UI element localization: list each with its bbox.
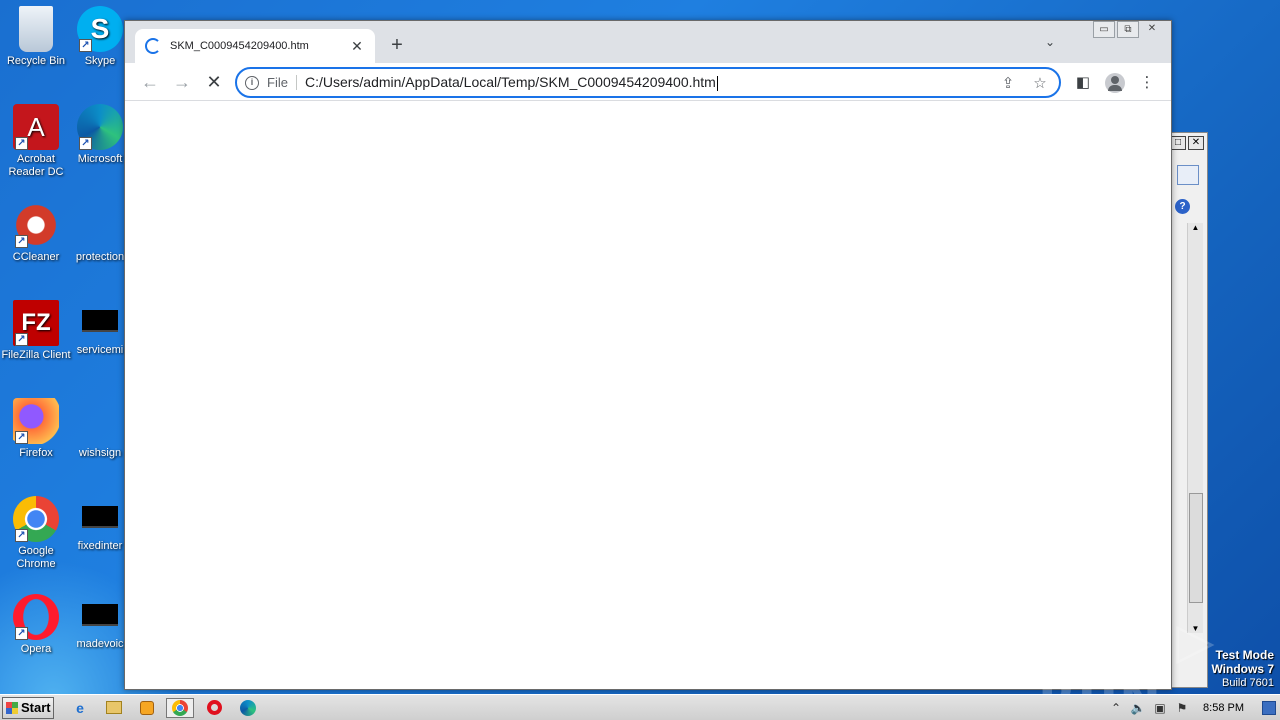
loading-spinner-icon	[145, 38, 161, 54]
search-icon[interactable]	[1177, 165, 1199, 185]
shortcut-arrow-icon: ↗	[15, 235, 28, 248]
desktop-icon-label: CCleaner	[12, 251, 60, 263]
tab-search-chevron-icon[interactable]: ⌄	[1045, 35, 1055, 49]
windows-logo-icon	[6, 702, 18, 714]
page-content[interactable]	[125, 102, 1171, 689]
acrobat-icon: A ↗	[13, 104, 59, 150]
desktop-icon-label: Recycle Bin	[6, 55, 66, 67]
close-button[interactable]: ✕	[1188, 136, 1204, 150]
profile-button[interactable]	[1105, 73, 1125, 93]
windows-version-line: Windows 7	[1211, 662, 1274, 676]
taskbar-chrome-icon[interactable]	[166, 698, 194, 718]
desktop-icon-label: Firefox	[19, 447, 53, 459]
taskbar-internet-explorer-icon[interactable]: e	[66, 698, 94, 718]
url-text[interactable]: C:/Users/admin/AppData/Local/Temp/SKM_C0…	[305, 74, 987, 91]
minimize-button[interactable]: ▭	[1093, 21, 1115, 38]
shortcut-arrow-icon: ↗	[15, 529, 28, 542]
desktop-icon-recycle-bin[interactable]: Recycle Bin	[0, 6, 72, 68]
desktop-icon-filezilla[interactable]: FZ ↗ FileZilla Client	[0, 300, 72, 362]
maximize-button[interactable]: □	[1170, 136, 1186, 150]
desktop-icon-label: Opera	[20, 643, 52, 655]
close-window-button[interactable]: ✕	[1141, 21, 1163, 38]
start-label: Start	[21, 700, 51, 715]
browser-window: SKM_C0009454209400.htm ✕ + ⌄ ▭ ⧉ ✕ ← → ✕…	[124, 20, 1172, 690]
window-controls: ▭ ⧉ ✕	[1093, 21, 1163, 38]
back-button[interactable]: ←	[139, 71, 161, 93]
desktop-icon-firefox[interactable]: ↗ Firefox	[0, 398, 72, 460]
filezilla-icon: FZ ↗	[13, 300, 59, 346]
volume-icon[interactable]: 🔈	[1127, 701, 1149, 715]
shortcut-arrow-icon: ↗	[79, 39, 92, 52]
browser-toolbar: ← → ✕ i File C:/Users/admin/AppData/Loca…	[125, 63, 1171, 101]
tab-title: SKM_C0009454209400.htm	[170, 40, 309, 52]
taskbar-opera-icon[interactable]	[200, 698, 228, 718]
shortcut-arrow-icon: ↗	[15, 137, 28, 150]
shortcut-arrow-icon: ↗	[15, 333, 28, 346]
desktop-icon-label: Acrobat Reader DC	[8, 153, 64, 178]
desktop-icon-ccleaner[interactable]: C↗ CCleaner	[0, 202, 72, 264]
tab-close-icon[interactable]: ✕	[349, 38, 365, 55]
console-app-icon	[82, 604, 118, 626]
build-line: Build 7601	[1222, 677, 1274, 689]
taskbar: Start e ⌃ 🔈 ▣ ⚑ 8:58 PM	[0, 694, 1280, 720]
stop-loading-button[interactable]: ✕	[203, 71, 225, 93]
forward-button[interactable]: →	[171, 71, 193, 93]
menu-kebab-icon[interactable]: ⋮	[1137, 73, 1157, 93]
taskbar-edge-icon[interactable]	[234, 698, 262, 718]
edge-icon: ↗	[77, 104, 123, 150]
site-info-icon[interactable]: i	[245, 75, 259, 90]
ccleaner-icon: C↗	[13, 202, 59, 248]
shortcut-arrow-icon: ↗	[15, 627, 28, 640]
show-desktop-button[interactable]	[1262, 701, 1276, 715]
taskbar-explorer-icon[interactable]	[100, 698, 128, 718]
restore-button[interactable]: ⧉	[1117, 21, 1139, 38]
avatar-icon	[1105, 73, 1125, 93]
network-icon[interactable]: ▣	[1149, 701, 1171, 715]
chrome-icon: ↗	[13, 496, 59, 542]
desktop-icon-opera[interactable]: ↗ Opera	[0, 594, 72, 656]
test-mode-line: Test Mode	[1215, 648, 1274, 662]
scroll-up-icon[interactable]: ▲	[1188, 223, 1203, 232]
system-tray: ⌃ 🔈 ▣ ⚑ 8:58 PM	[1105, 695, 1280, 720]
shortcut-arrow-icon: ↗	[79, 137, 92, 150]
address-bar[interactable]: i File C:/Users/admin/AppData/Local/Temp…	[235, 67, 1061, 98]
desktop-icon-google-chrome[interactable]: ↗ Google Chrome	[0, 496, 72, 571]
test-mode-notice: Test Mode Windows 7 Build 7601	[1211, 648, 1274, 690]
shortcut-arrow-icon: ↗	[15, 431, 28, 444]
start-button[interactable]: Start	[2, 697, 54, 719]
side-panel-icon[interactable]: ◧	[1073, 73, 1093, 93]
new-tab-button[interactable]: +	[387, 35, 407, 55]
tray-expand-icon[interactable]: ⌃	[1105, 701, 1127, 715]
bookmark-star-icon[interactable]: ☆	[1029, 74, 1051, 92]
console-app-icon	[82, 310, 118, 332]
action-center-flag-icon[interactable]: ⚑	[1171, 701, 1193, 715]
scheme-label: File	[267, 75, 297, 90]
scrollbar-thumb[interactable]	[1189, 493, 1203, 603]
help-icon[interactable]: ?	[1175, 199, 1190, 214]
skype-icon: S ↗	[77, 6, 123, 52]
taskbar-clock[interactable]: 8:58 PM	[1203, 702, 1244, 714]
scrollbar[interactable]: ▲ ▼	[1187, 223, 1203, 633]
desktop-icon-acrobat[interactable]: A ↗ Acrobat Reader DC	[0, 104, 72, 179]
tab-strip: SKM_C0009454209400.htm ✕ + ⌄ ▭ ⧉ ✕	[125, 21, 1171, 63]
recycle-bin-icon	[19, 6, 53, 52]
share-icon[interactable]: ⇪	[997, 74, 1019, 92]
browser-tab[interactable]: SKM_C0009454209400.htm ✕	[135, 29, 375, 63]
opera-icon: ↗	[13, 594, 59, 640]
desktop-icon-label: FileZilla Client	[1, 349, 71, 361]
firefox-icon: ↗	[13, 398, 59, 444]
console-app-icon	[82, 506, 118, 528]
desktop-icon-label: Google Chrome	[16, 545, 56, 570]
taskbar-media-player-icon[interactable]	[133, 698, 161, 718]
background-window[interactable]: □ ✕ ? ▲ ▼	[1168, 132, 1208, 688]
